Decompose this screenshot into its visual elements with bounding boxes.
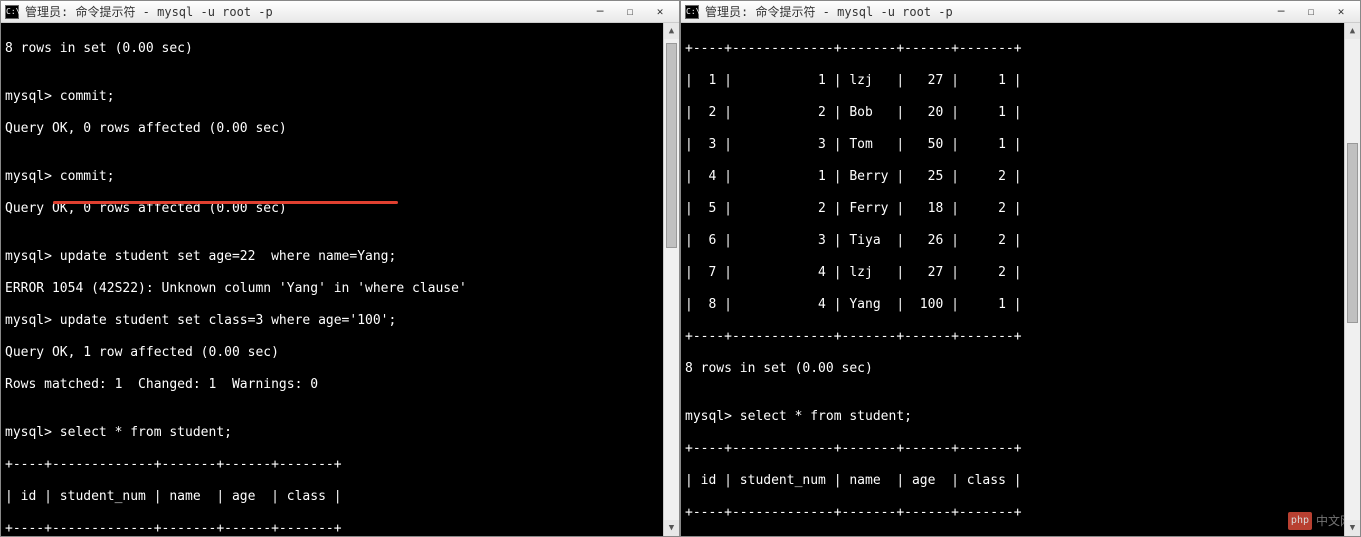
table-row: | 5 | 2 | Ferry | 18 | 2 | [685, 201, 1356, 217]
prompt-line: mysql> commit; [5, 169, 675, 185]
output-line: 8 rows in set (0.00 sec) [685, 361, 1356, 377]
table-row: | 7 | 4 | lzj | 27 | 2 | [685, 265, 1356, 281]
prompt-line: mysql> select * from student; [5, 425, 675, 441]
table-row: | 3 | 3 | Tom | 50 | 1 | [685, 137, 1356, 153]
table-row: | 6 | 3 | Tiya | 26 | 2 | [685, 233, 1356, 249]
maximize-button[interactable]: ☐ [615, 2, 645, 22]
scrollbar-thumb[interactable] [1347, 143, 1358, 323]
watermark: php 中文网 [1288, 512, 1352, 530]
table-border: +----+-------------+-------+------+-----… [685, 441, 1356, 457]
maximize-button[interactable]: ☐ [1296, 2, 1326, 22]
close-button[interactable]: ✕ [645, 2, 675, 22]
scrollbar-right[interactable]: ▲ ▼ [1344, 23, 1360, 536]
watermark-badge: php [1288, 512, 1312, 530]
annotation-underline [53, 201, 398, 204]
output-line: Query OK, 1 row affected (0.00 sec) [5, 345, 675, 361]
scroll-down-icon[interactable]: ▼ [664, 520, 679, 536]
table-border: +----+-------------+-------+------+-----… [685, 41, 1356, 57]
output-line: Rows matched: 1 Changed: 1 Warnings: 0 [5, 377, 675, 393]
window-title-left: 管理员: 命令提示符 - mysql -u root -p [25, 3, 579, 20]
close-button[interactable]: ✕ [1326, 2, 1356, 22]
prompt-line: mysql> select * from student; [685, 409, 1356, 425]
table-border: +----+-------------+-------+------+-----… [5, 521, 675, 536]
table-row: | 8 | 4 | Yang | 100 | 1 | [685, 297, 1356, 313]
scrollbar-left[interactable]: ▲ ▼ [663, 23, 679, 536]
window-title-right: 管理员: 命令提示符 - mysql -u root -p [705, 3, 1260, 20]
titlebar-buttons-right: ─ ☐ ✕ [1266, 2, 1356, 22]
cmd-icon: C:\ [5, 5, 19, 19]
scroll-up-icon[interactable]: ▲ [1345, 23, 1360, 39]
prompt-line: mysql> update student set class=3 where … [5, 313, 675, 329]
table-border: +----+-------------+-------+------+-----… [685, 329, 1356, 345]
table-row: | 4 | 1 | Berry | 25 | 2 | [685, 169, 1356, 185]
titlebar-left[interactable]: C:\ 管理员: 命令提示符 - mysql -u root -p ─ ☐ ✕ [1, 1, 679, 23]
scroll-down-icon[interactable]: ▼ [1345, 520, 1360, 536]
table-header: | id | student_num | name | age | class … [685, 473, 1356, 489]
cmd-icon: C:\ [685, 5, 699, 19]
prompt-line: mysql> update student set age=22 where n… [5, 249, 675, 265]
minimize-button[interactable]: ─ [585, 2, 615, 22]
scrollbar-thumb[interactable] [666, 43, 677, 248]
output-line: Query OK, 0 rows affected (0.00 sec) [5, 121, 675, 137]
table-header: | id | student_num | name | age | class … [5, 489, 675, 505]
cmd-window-left: C:\ 管理员: 命令提示符 - mysql -u root -p ─ ☐ ✕ … [0, 0, 680, 537]
table-row: | 2 | 2 | Bob | 20 | 1 | [685, 105, 1356, 121]
titlebar-right[interactable]: C:\ 管理员: 命令提示符 - mysql -u root -p ─ ☐ ✕ [681, 1, 1360, 23]
output-line: 8 rows in set (0.00 sec) [5, 41, 675, 57]
titlebar-buttons-left: ─ ☐ ✕ [585, 2, 675, 22]
minimize-button[interactable]: ─ [1266, 2, 1296, 22]
table-border: +----+-------------+-------+------+-----… [5, 457, 675, 473]
terminal-left[interactable]: 8 rows in set (0.00 sec) mysql> commit; … [1, 23, 679, 536]
prompt-line: mysql> commit; [5, 89, 675, 105]
scroll-up-icon[interactable]: ▲ [664, 23, 679, 39]
error-line: ERROR 1054 (42S22): Unknown column 'Yang… [5, 281, 675, 297]
cmd-window-right: C:\ 管理员: 命令提示符 - mysql -u root -p ─ ☐ ✕ … [680, 0, 1361, 537]
table-row: | 1 | 1 | lzj | 27 | 1 | [685, 73, 1356, 89]
terminal-right[interactable]: +----+-------------+-------+------+-----… [681, 23, 1360, 536]
table-border: +----+-------------+-------+------+-----… [685, 505, 1356, 521]
